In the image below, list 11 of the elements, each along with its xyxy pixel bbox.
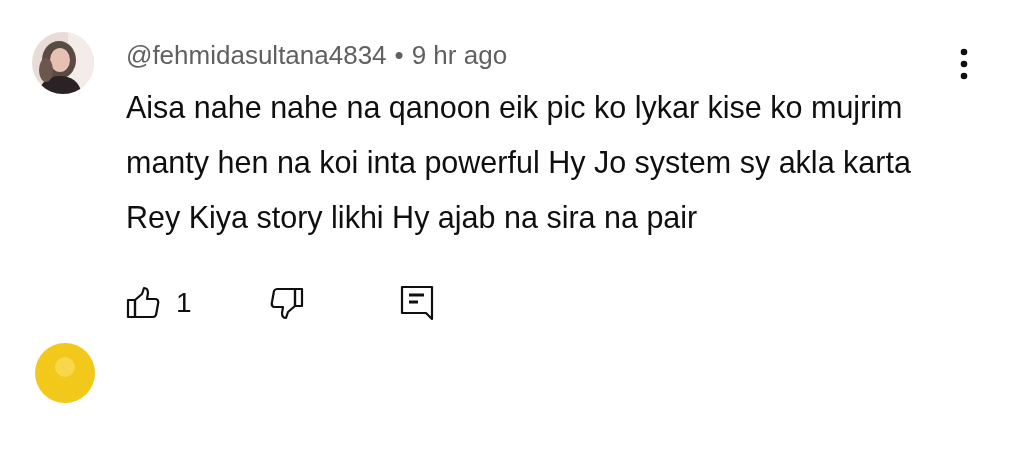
timestamp: 9 hr ago: [411, 39, 508, 71]
dislike-button[interactable]: [269, 286, 304, 320]
thumbs-down-icon: [269, 286, 304, 320]
more-options-icon[interactable]: [960, 48, 968, 80]
like-button[interactable]: 1: [126, 286, 192, 320]
reply-button[interactable]: [399, 285, 434, 321]
separator-dot: •: [394, 39, 404, 71]
comment-icon: [399, 285, 434, 321]
comment-text: Aisa nahe nahe na qanoon eik pic ko lykar kise ko mujrim manty hen na koi inta powerful Hy Jo system sy akla karta Rey Kiya story likhi Hy ajab na sira na pair: [126, 89, 912, 237]
thumbs-up-icon: [126, 286, 160, 320]
author-name[interactable]: @fehmidasultana4834: [126, 39, 387, 71]
